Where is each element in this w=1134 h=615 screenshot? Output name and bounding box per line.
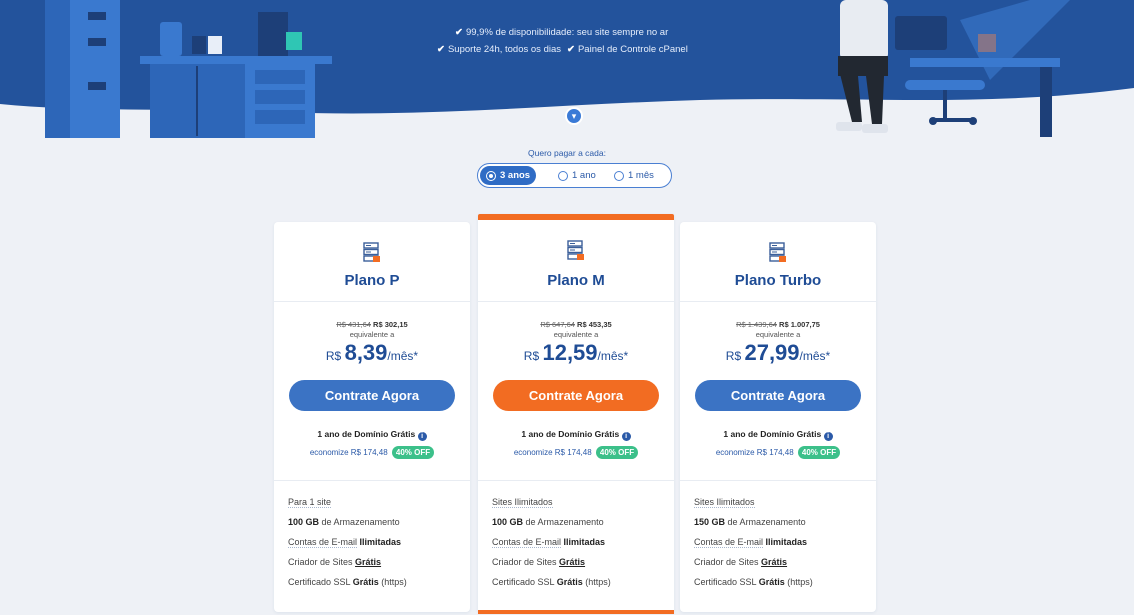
new-price: R$ 453,35 bbox=[577, 320, 612, 329]
feature-support-cpanel: ✔ Suporte 24h, todos os dias ✔ Painel de Co… bbox=[437, 44, 688, 55]
list-item: Certificado SSL Grátis (https) bbox=[694, 577, 813, 587]
domain-offer: 1 ano de Domínio Grátis i bbox=[478, 429, 674, 441]
contrate-agora-button[interactable]: Contrate Agora bbox=[289, 380, 455, 411]
new-price: R$ 302,15 bbox=[373, 320, 408, 329]
billing-label: Quero pagar a cada: bbox=[528, 148, 606, 158]
list-item: Criador de Sites Grátis bbox=[492, 557, 586, 567]
list-item: Contas de E-mail Ilimitadas bbox=[492, 537, 606, 548]
plan-card-header: Plano Turbo bbox=[680, 222, 876, 302]
list-item: 150 GB de Armazenamento bbox=[694, 517, 806, 527]
old-price: R$ 647,64 bbox=[540, 320, 575, 329]
list-item: Criador de Sites Grátis bbox=[288, 557, 382, 567]
equivalent-label: equivalente a bbox=[755, 330, 801, 339]
equivalent-label: equivalente a bbox=[553, 330, 599, 339]
list-item: Contas de E-mail Ilimitadas bbox=[288, 537, 402, 548]
plan-card-p: Plano P R$ 431,64 R$ 302,15 equivalente … bbox=[274, 222, 470, 612]
price-line: R$ 1.439,64 R$ 1.007,75 bbox=[680, 320, 876, 329]
discount-badge: 40% OFF bbox=[797, 446, 841, 459]
billing-period-toggle: 3 anos 1 ano 1 mês bbox=[477, 163, 672, 188]
highlight-bar bbox=[478, 610, 674, 614]
feature-uptime: ✔ 99,9% de disponibilidade: seu site semp… bbox=[455, 27, 669, 38]
savings-line: economize R$ 174,48 40% OFF bbox=[274, 446, 470, 459]
discount-badge: 40% OFF bbox=[595, 446, 639, 459]
info-icon[interactable]: i bbox=[823, 432, 833, 441]
info-icon[interactable]: i bbox=[417, 432, 427, 441]
savings-line: economize R$ 174,48 40% OFF bbox=[478, 446, 674, 459]
feature-list: Sites Ilimitados 150 GB de Armazenamento… bbox=[680, 480, 876, 595]
list-item: Sites Ilimitados bbox=[694, 497, 755, 508]
new-price: R$ 1.007,75 bbox=[779, 320, 820, 329]
check-icon: ✔ bbox=[455, 27, 463, 38]
list-item: Certificado SSL Grátis (https) bbox=[492, 577, 611, 587]
feature-list: Sites Ilimitados 100 GB de Armazenamento… bbox=[478, 480, 674, 595]
server-icon bbox=[769, 242, 786, 262]
price-box: R$ 431,64 R$ 302,15 equivalente a R$ 8,3… bbox=[274, 302, 470, 366]
radio-icon bbox=[486, 170, 496, 181]
equivalent-label: equivalente a bbox=[349, 330, 395, 339]
list-item: Contas de E-mail Ilimitadas bbox=[694, 537, 808, 548]
monthly-price: R$ 27,99/mês* bbox=[725, 340, 831, 365]
feature-list: Para 1 site 100 GB de Armazenamento Cont… bbox=[274, 480, 470, 595]
domain-offer: 1 ano de Domínio Grátis i bbox=[680, 429, 876, 441]
check-icon: ✔ bbox=[567, 44, 575, 55]
plan-card-m: Plano M R$ 647,64 R$ 453,35 equivalente … bbox=[478, 214, 674, 614]
savings-line: economize R$ 174,48 40% OFF bbox=[680, 446, 876, 459]
old-price: R$ 431,64 bbox=[336, 320, 371, 329]
plan-name: Plano Turbo bbox=[734, 272, 822, 289]
old-price: R$ 1.439,64 bbox=[736, 320, 777, 329]
billing-option-1-ano[interactable]: 1 ano bbox=[552, 166, 602, 185]
list-item: 100 GB de Armazenamento bbox=[492, 517, 604, 527]
plan-name: Plano P bbox=[344, 272, 400, 289]
list-item: Sites Ilimitados bbox=[492, 497, 553, 508]
server-icon bbox=[567, 240, 584, 260]
discount-badge: 40% OFF bbox=[391, 446, 435, 459]
plan-card-header: Plano M bbox=[478, 220, 674, 302]
contrate-agora-button[interactable]: Contrate Agora bbox=[493, 380, 659, 411]
info-icon[interactable]: i bbox=[621, 432, 631, 441]
domain-offer: 1 ano de Domínio Grátis i bbox=[274, 429, 470, 441]
check-icon: ✔ bbox=[437, 44, 445, 55]
chevron-down-icon[interactable]: ▾ bbox=[565, 107, 583, 125]
radio-icon bbox=[558, 170, 568, 181]
contrate-agora-button[interactable]: Contrate Agora bbox=[695, 380, 861, 411]
price-box: R$ 647,64 R$ 453,35 equivalente a R$ 12,… bbox=[478, 302, 674, 366]
price-box: R$ 1.439,64 R$ 1.007,75 equivalente a R$… bbox=[680, 302, 876, 366]
hero-illustration bbox=[0, 0, 1134, 138]
list-item: Criador de Sites Grátis bbox=[694, 557, 788, 567]
price-line: R$ 431,64 R$ 302,15 bbox=[274, 320, 470, 329]
server-icon bbox=[363, 242, 380, 262]
plan-card-header: Plano P bbox=[274, 222, 470, 302]
monthly-price: R$ 8,39/mês* bbox=[325, 340, 419, 365]
list-item: 100 GB de Armazenamento bbox=[288, 517, 400, 527]
hero-banner: ✔ 99,9% de disponibilidade: seu site semp… bbox=[0, 0, 1134, 150]
price-line: R$ 647,64 R$ 453,35 bbox=[478, 320, 674, 329]
plan-card-turbo: Plano Turbo R$ 1.439,64 R$ 1.007,75 equi… bbox=[680, 222, 876, 612]
billing-option-1-mes[interactable]: 1 mês bbox=[608, 166, 660, 185]
radio-icon bbox=[614, 170, 624, 181]
billing-option-3-anos[interactable]: 3 anos bbox=[480, 166, 537, 185]
plan-name: Plano M bbox=[547, 272, 605, 289]
list-item: Certificado SSL Grátis (https) bbox=[288, 577, 407, 587]
list-item: Para 1 site bbox=[288, 497, 332, 508]
monthly-price: R$ 12,59/mês* bbox=[523, 340, 629, 365]
